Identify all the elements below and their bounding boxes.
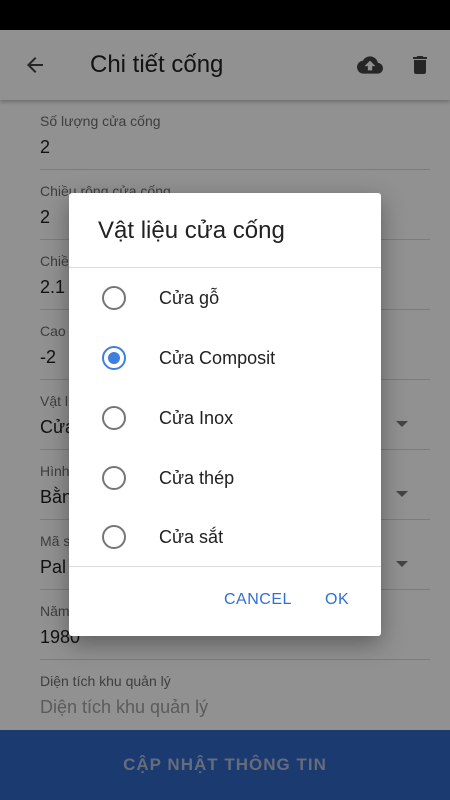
material-dialog: Vật liệu cửa cống Cửa gỗ Cửa Composit Cử… [69,193,381,636]
radio-button[interactable] [102,286,126,310]
option-label: Cửa gỗ [159,287,220,308]
option-label: Cửa thép [159,467,235,488]
radio-button[interactable] [102,466,126,490]
option-inox[interactable]: Cửa Inox [69,388,381,448]
option-label: Cửa Composit [159,347,276,368]
radio-button[interactable] [102,406,126,430]
option-composit[interactable]: Cửa Composit [69,328,381,388]
divider [69,566,381,567]
ok-button[interactable]: OK [325,582,349,618]
option-wood[interactable]: Cửa gỗ [69,268,381,328]
option-label: Cửa Inox [159,407,234,428]
radio-button-checked[interactable] [102,346,126,370]
option-iron[interactable]: Cửa sắt [69,508,381,566]
option-label: Cửa sắt [159,526,224,547]
dialog-title: Vật liệu cửa cống [98,217,285,244]
cancel-button[interactable]: CANCEL [224,582,292,618]
radio-button[interactable] [102,525,126,549]
option-steel[interactable]: Cửa thép [69,448,381,508]
